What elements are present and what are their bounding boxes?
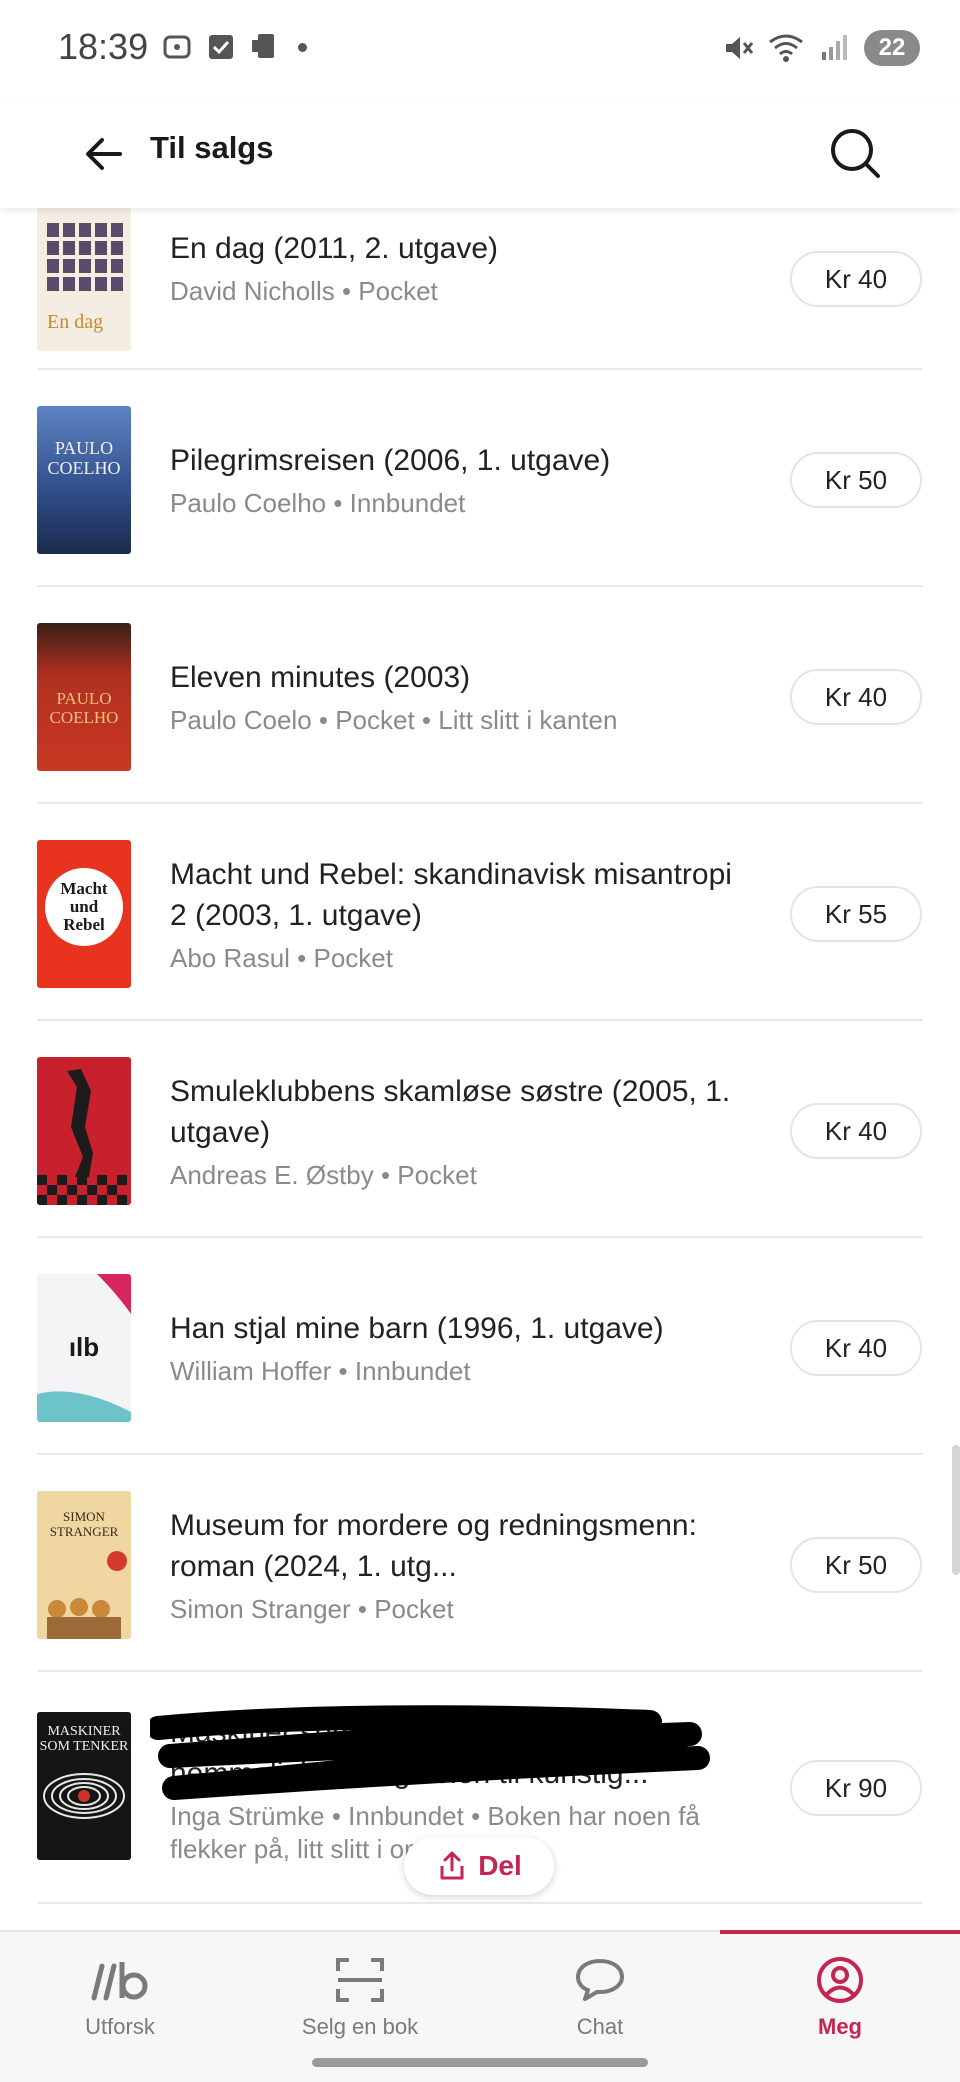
signal-icon bbox=[822, 35, 847, 60]
checkbox-icon bbox=[209, 35, 233, 59]
nav-sell-book[interactable]: Selg en bok bbox=[240, 1932, 480, 2052]
list-item[interactable]: ılb Han stjal mine barn (1996, 1. utgave… bbox=[0, 1238, 960, 1455]
item-texts: Smuleklubbens skamløse søstre (2005, 1. … bbox=[170, 1071, 750, 1192]
list-item[interactable]: En dag En dag (2011, 2. utgave) David Ni… bbox=[0, 208, 960, 370]
nav-explore[interactable]: Utforsk bbox=[0, 1932, 240, 2052]
list-item[interactable]: PAULO COELHO Eleven minutes (2003) Paulo… bbox=[0, 587, 960, 804]
book-cover: Macht und Rebel bbox=[37, 840, 131, 988]
price-badge: Kr 50 bbox=[790, 1537, 922, 1593]
book-title: Museum for mordere og redningsmenn: roma… bbox=[170, 1509, 697, 1583]
book-title: Han stjal mine barn (1996, 1. utgave) bbox=[170, 1312, 664, 1345]
back-arrow-icon[interactable] bbox=[76, 124, 136, 184]
explore-logo-icon bbox=[90, 1954, 150, 2006]
cover-text: En dag bbox=[47, 311, 104, 333]
book-meta: Paulo Coelho • Innbundet bbox=[170, 488, 466, 518]
nav-label: Chat bbox=[576, 2014, 624, 2039]
book-title: Pilegrimsreisen (2006, 1. utgave) bbox=[170, 444, 611, 477]
book-meta: William Hoffer • Innbundet bbox=[170, 1356, 471, 1386]
scrollbar[interactable] bbox=[952, 1445, 960, 1575]
item-texts: Macht und Rebel: skandinavisk misantropi… bbox=[170, 854, 750, 975]
book-title: Smuleklubbens skamløse søstre (2005, 1. … bbox=[170, 1075, 731, 1149]
price-badge: Kr 40 bbox=[790, 1103, 922, 1159]
nav-label: Meg bbox=[818, 2014, 862, 2039]
search-icon[interactable] bbox=[820, 118, 890, 188]
book-cover: PAULO COELHO bbox=[37, 623, 131, 771]
status-system-icons: 22 bbox=[722, 30, 920, 66]
book-title: Macht und Rebel: skandinavisk misantropi… bbox=[170, 858, 732, 932]
book-meta: Abo Rasul • Pocket bbox=[170, 943, 393, 973]
list-item[interactable]: PAULO COELHO Pilegrimsreisen (2006, 1. u… bbox=[0, 370, 960, 587]
status-time: 18:39 bbox=[58, 26, 149, 67]
book-cover bbox=[37, 1057, 131, 1205]
status-notification-icons bbox=[162, 32, 307, 62]
nav-label: Utforsk bbox=[85, 2014, 155, 2039]
cover-text: SIMON STRANGER bbox=[49, 1509, 119, 1539]
item-texts: Han stjal mine barn (1996, 1. utgave) Wi… bbox=[170, 1308, 750, 1388]
item-texts: En dag (2011, 2. utgave) David Nicholls … bbox=[170, 228, 750, 308]
wifi-icon bbox=[769, 34, 803, 62]
cover-text: PAULO COELHO bbox=[47, 438, 121, 478]
item-texts: Museum for mordere og redningsmenn: roma… bbox=[170, 1505, 750, 1626]
cover-text: Macht und Rebel bbox=[60, 879, 108, 934]
book-cover: MASKINER SOM TENKER bbox=[37, 1712, 131, 1860]
page-title: Til salgs bbox=[150, 130, 274, 165]
cover-text: PAULO COELHO bbox=[49, 689, 119, 727]
list-item[interactable]: Smuleklubbens skamløse søstre (2005, 1. … bbox=[0, 1021, 960, 1238]
price-badge: Kr 55 bbox=[790, 886, 922, 942]
item-texts: Eleven minutes (2003) Paulo Coelo • Pock… bbox=[170, 657, 750, 737]
cover-text: MASKINER SOM TENKER bbox=[39, 1724, 129, 1754]
device-icon bbox=[252, 34, 274, 58]
nav-me[interactable]: Meg bbox=[720, 1932, 960, 2052]
scan-icon bbox=[335, 1954, 385, 2006]
app-header: Til salgs bbox=[0, 100, 960, 208]
book-meta: Andreas E. Østby • Pocket bbox=[170, 1160, 477, 1190]
book-meta: Simon Stranger • Pocket bbox=[170, 1594, 454, 1624]
book-meta: Paulo Coelo • Pocket • Litt slitt i kant… bbox=[170, 705, 618, 735]
more-notifications-dot bbox=[298, 42, 307, 52]
price-badge: Kr 40 bbox=[790, 669, 922, 725]
book-meta: David Nicholls • Pocket bbox=[170, 276, 438, 306]
book-title: Eleven minutes (2003) bbox=[170, 661, 471, 694]
item-texts: Pilegrimsreisen (2006, 1. utgave) Paulo … bbox=[170, 440, 750, 520]
listing-list: En dag En dag (2011, 2. utgave) David Ni… bbox=[0, 208, 960, 1928]
price-badge: Kr 40 bbox=[790, 1320, 922, 1376]
list-item[interactable]: Macht und Rebel Macht und Rebel: skandin… bbox=[0, 804, 960, 1021]
list-item[interactable]: SIMON STRANGER Museum for mordere og red… bbox=[0, 1455, 960, 1672]
price-badge: Kr 90 bbox=[790, 1760, 922, 1816]
share-label: Del bbox=[478, 1850, 522, 1881]
nav-label: Selg en bok bbox=[301, 2014, 419, 2039]
book-cover: SIMON STRANGER bbox=[37, 1491, 131, 1639]
nav-chat[interactable]: Chat bbox=[480, 1932, 720, 2052]
status-bar: 18:39 22 bbox=[0, 0, 960, 100]
book-title: En dag (2011, 2. utgave) bbox=[170, 232, 499, 265]
screenshot-icon bbox=[163, 35, 191, 59]
chat-bubble-icon bbox=[575, 1954, 625, 2006]
share-button[interactable]: Del bbox=[404, 1837, 554, 1895]
book-cover: En dag bbox=[37, 208, 131, 351]
divider bbox=[37, 1902, 923, 1904]
mute-icon bbox=[726, 37, 754, 59]
share-icon bbox=[440, 1851, 464, 1880]
profile-icon bbox=[815, 1954, 865, 2006]
book-title: Maskiner som tenker: algoritmenes hemmel… bbox=[170, 1716, 649, 1790]
battery-indicator: 22 bbox=[864, 30, 920, 66]
price-badge: Kr 50 bbox=[790, 452, 922, 508]
cover-logo: ılb bbox=[68, 1332, 100, 1362]
price-badge: Kr 40 bbox=[790, 251, 922, 307]
book-cover: ılb bbox=[37, 1274, 131, 1422]
home-indicator[interactable] bbox=[312, 2058, 648, 2067]
book-cover: PAULO COELHO bbox=[37, 406, 131, 554]
